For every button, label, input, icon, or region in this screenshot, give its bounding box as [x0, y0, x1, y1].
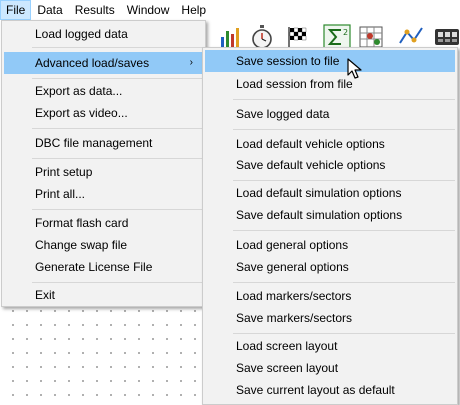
- menu-item-advanced-load-saves[interactable]: Advanced load/saves ›: [4, 52, 203, 74]
- menu-item-save-general-options[interactable]: Save general options: [205, 256, 455, 278]
- menu-item-change-swap-file[interactable]: Change swap file: [4, 234, 203, 256]
- menu-separator: [233, 282, 455, 283]
- menu-window[interactable]: Window: [121, 0, 176, 20]
- menu-item-load-general-options[interactable]: Load general options: [205, 234, 455, 256]
- menu-separator: [233, 99, 455, 100]
- menu-results[interactable]: Results: [69, 0, 121, 20]
- menu-item-save-current-layout-as-default[interactable]: Save current layout as default: [205, 379, 455, 401]
- menu-item-label: Advanced load/saves: [35, 56, 150, 70]
- svg-text:2: 2: [343, 28, 348, 37]
- menu-item-save-markers-sectors[interactable]: Save markers/sectors: [205, 307, 455, 329]
- menu-data[interactable]: Data: [31, 0, 68, 20]
- menu-item-load-session-from-file[interactable]: Load session from file: [205, 73, 455, 95]
- menu-item-save-logged-data[interactable]: Save logged data: [205, 103, 455, 125]
- menu-separator: [233, 333, 455, 334]
- menu-separator: [32, 282, 203, 283]
- menu-item-dbc-file-management[interactable]: DBC file management: [4, 132, 203, 154]
- menu-item-load-logged-data[interactable]: Load logged data: [4, 23, 203, 45]
- menu-separator: [32, 47, 203, 48]
- menu-item-load-screen-layout[interactable]: Load screen layout: [205, 335, 455, 357]
- menu-item-load-default-vehicle-options[interactable]: Load default vehicle options: [205, 133, 455, 155]
- menu-file[interactable]: File: [0, 0, 32, 20]
- menu-separator: [233, 230, 455, 231]
- menu-item-save-default-vehicle-options[interactable]: Save default vehicle options: [205, 154, 455, 176]
- chevron-right-icon: ›: [189, 57, 193, 68]
- menu-item-exit[interactable]: Exit: [4, 284, 203, 306]
- menu-item-print-all[interactable]: Print all...: [4, 183, 203, 205]
- menu-item-load-markers-sectors[interactable]: Load markers/sectors: [205, 285, 455, 307]
- menu-item-export-as-video[interactable]: Export as video...: [4, 102, 203, 124]
- menu-separator: [32, 158, 203, 159]
- menu-item-print-setup[interactable]: Print setup: [4, 161, 203, 183]
- menu-separator: [233, 180, 455, 181]
- menu-item-generate-license-file[interactable]: Generate License File: [4, 256, 203, 278]
- menu-item-export-as-data[interactable]: Export as data...: [4, 80, 203, 102]
- menu-separator: [32, 128, 203, 129]
- menu-item-save-default-simulation-options[interactable]: Save default simulation options: [205, 204, 455, 226]
- menu-item-save-screen-layout[interactable]: Save screen layout: [205, 357, 455, 379]
- menu-separator: [32, 78, 203, 79]
- mouse-pointer-icon: [347, 58, 363, 80]
- menu-item-save-session-to-file[interactable]: Save session to file: [205, 50, 455, 72]
- file-menu: Load logged data Advanced load/saves › E…: [1, 20, 206, 307]
- advanced-load-saves-submenu: Save session to file Load session from f…: [202, 47, 458, 405]
- workspace-grid: [0, 300, 205, 405]
- menu-bar: File Data Results Window Help: [0, 0, 460, 20]
- menu-separator: [233, 129, 455, 130]
- menu-item-format-flash-card[interactable]: Format flash card: [4, 212, 203, 234]
- menu-separator: [32, 209, 203, 210]
- menu-item-load-default-simulation-options[interactable]: Load default simulation options: [205, 182, 455, 204]
- menu-help[interactable]: Help: [175, 0, 212, 20]
